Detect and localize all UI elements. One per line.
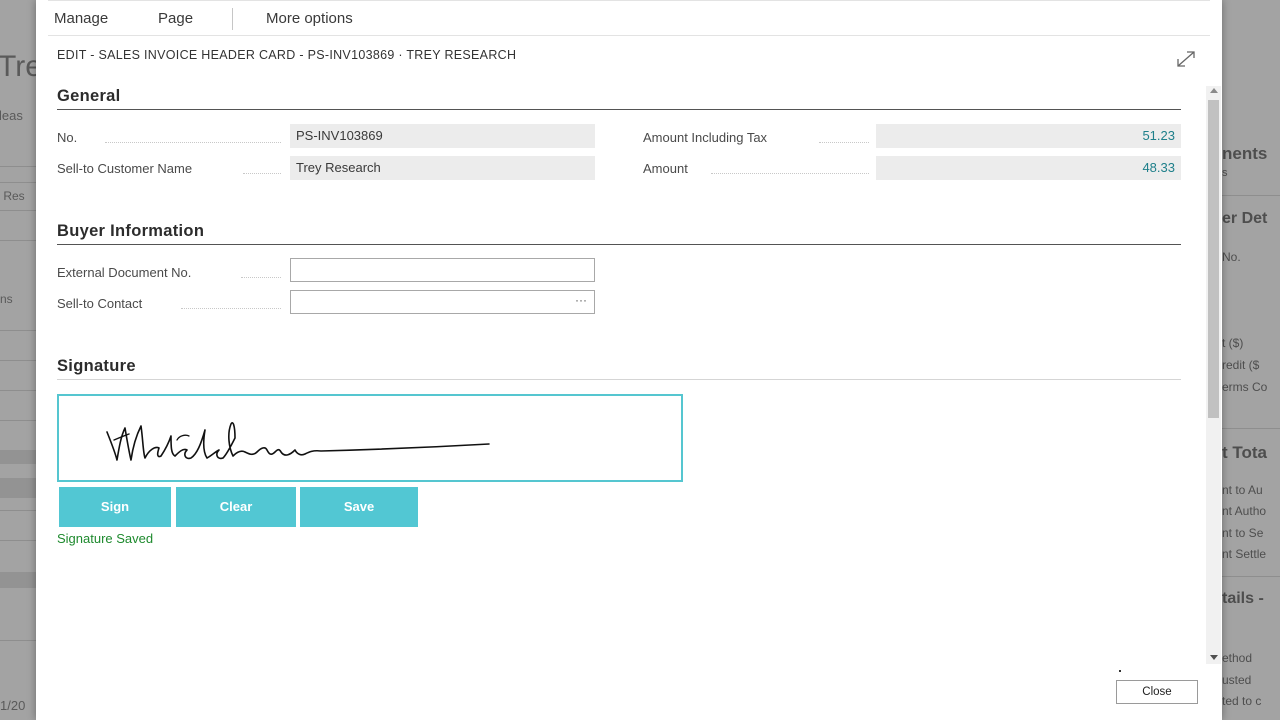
bg-heading-fragment: t Tota — [1222, 443, 1268, 462]
bg-text-fragment: No. — [1222, 250, 1241, 264]
bg-band — [0, 478, 36, 498]
bg-heading-fragment: nents — [1222, 144, 1268, 163]
menu-manage[interactable]: Manage — [54, 10, 108, 27]
bg-text-fragment: r Res — [0, 189, 25, 203]
section-signature-title[interactable]: Signature — [57, 357, 136, 376]
label-leader-dots — [819, 142, 869, 143]
focus-dot — [1119, 670, 1121, 672]
dialog-caption: EDIT - SALES INVOICE HEADER CARD - PS-IN… — [57, 48, 517, 62]
label-leader-dots — [711, 173, 869, 174]
bg-divider — [0, 420, 36, 421]
bg-text-fragment: usted — [1222, 673, 1252, 687]
bg-text-fragment: ted to c — [1222, 694, 1262, 708]
background-page-right: nents s er Det No. t ($) redit ($ erms C… — [1222, 0, 1280, 720]
menu-page[interactable]: Page — [158, 10, 193, 27]
label-leader-dots — [105, 142, 281, 143]
bg-text-fragment: ns — [0, 292, 13, 306]
bg-divider — [0, 540, 36, 541]
section-buyer-title[interactable]: Buyer Information — [57, 222, 204, 241]
bg-divider — [0, 510, 36, 511]
bg-divider — [0, 330, 36, 331]
bg-text-fragment: ethod — [1222, 651, 1253, 665]
edit-dialog: Manage Page More options EDIT - SALES IN… — [36, 0, 1222, 720]
field-customer-name-value[interactable]: Trey Research — [290, 156, 595, 180]
section-divider — [57, 379, 1181, 380]
menu-separator — [232, 8, 233, 30]
bg-text-fragment: nt Settle — [1222, 547, 1267, 561]
vertical-scrollbar[interactable] — [1206, 86, 1221, 664]
menu-more-options[interactable]: More options — [266, 10, 353, 27]
bg-text-fragment: leas — [0, 108, 23, 123]
signature-status: Signature Saved — [57, 531, 154, 546]
section-divider — [57, 244, 1181, 245]
field-amount-value[interactable]: 48.33 — [876, 156, 1181, 180]
bg-text-fragment: nt to Au — [1222, 483, 1263, 497]
expand-icon[interactable] — [1172, 47, 1200, 71]
field-amount-including-tax-value[interactable]: 51.23 — [876, 124, 1181, 148]
bg-divider — [0, 166, 36, 167]
bg-text-fragment: erms Co — [1222, 380, 1268, 394]
bg-heading-fragment: tails - — [1222, 590, 1264, 607]
close-button[interactable]: Close — [1116, 680, 1198, 704]
field-label-amount: Amount — [643, 161, 688, 176]
bg-divider — [1222, 195, 1280, 196]
background-page-left: Tre leas r Res ns 1/20 — [0, 0, 36, 720]
bg-title-fragment: Tre — [0, 50, 36, 83]
bg-band — [0, 572, 36, 588]
bg-divider — [0, 390, 36, 391]
field-no-value[interactable]: PS-INV103869 — [290, 124, 595, 148]
bg-divider — [0, 210, 36, 211]
bg-divider — [0, 640, 36, 641]
signature-pad[interactable] — [57, 394, 683, 482]
field-label-no: No. — [57, 130, 78, 145]
bg-divider — [1222, 428, 1280, 429]
field-label-external-document-no: External Document No. — [57, 265, 192, 280]
sell-to-contact-field: ··· — [290, 290, 595, 314]
bg-text-fragment: t ($) — [1222, 336, 1244, 350]
signature-drawing — [106, 422, 490, 461]
scroll-up-icon[interactable] — [1210, 88, 1218, 93]
field-label-sell-to-contact: Sell-to Contact — [57, 296, 143, 311]
bg-band — [0, 450, 36, 464]
bg-text-fragment: redit ($ — [1222, 358, 1260, 372]
lookup-ellipsis-icon[interactable]: ··· — [575, 293, 587, 307]
scroll-thumb[interactable] — [1208, 100, 1219, 418]
bg-divider — [0, 182, 36, 183]
bg-heading-fragment: er Det — [1222, 210, 1268, 227]
section-general-title[interactable]: General — [57, 87, 121, 106]
bg-divider — [1222, 576, 1280, 577]
external-document-no-input[interactable] — [290, 258, 595, 282]
sell-to-contact-input[interactable] — [290, 290, 595, 314]
bg-divider — [0, 360, 36, 361]
bg-text-fragment: 1/20 — [0, 698, 26, 713]
bg-divider — [0, 240, 36, 241]
field-label-customer-name: Sell-to Customer Name — [57, 161, 193, 176]
scroll-down-icon[interactable] — [1210, 655, 1218, 660]
field-label-amount-including-tax: Amount Including Tax — [643, 130, 768, 145]
label-leader-dots — [181, 308, 281, 309]
dialog-content: General No. PS-INV103869 Sell-to Custome… — [57, 80, 1181, 670]
clear-button[interactable]: Clear — [176, 487, 296, 527]
save-button[interactable]: Save — [300, 487, 418, 527]
label-leader-dots — [241, 277, 281, 278]
bg-text-fragment: s — [1222, 167, 1228, 179]
label-leader-dots — [243, 173, 281, 174]
sign-button[interactable]: Sign — [59, 487, 171, 527]
action-bar: Manage Page More options — [48, 0, 1210, 36]
section-divider — [57, 109, 1181, 110]
bg-text-fragment: nt Autho — [1222, 504, 1267, 518]
bg-text-fragment: nt to Se — [1222, 526, 1264, 540]
